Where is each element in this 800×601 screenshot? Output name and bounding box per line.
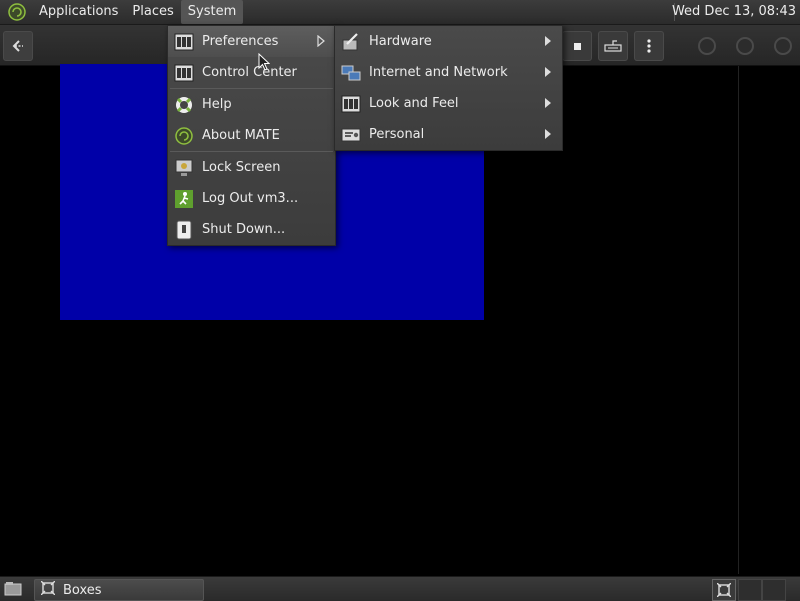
workspace-2[interactable] [738, 579, 762, 601]
menu-item-label: Lock Screen [202, 160, 281, 175]
preferences-icon [174, 32, 194, 52]
keyboard-button[interactable] [598, 31, 628, 61]
applications-menu[interactable]: Applications [32, 0, 125, 24]
menu-item-label: About MATE [202, 128, 280, 143]
back-arrow-icon [12, 40, 23, 52]
menu-item-label: Internet and Network [369, 65, 508, 80]
taskbar-boxes-button[interactable]: Boxes [34, 579, 204, 601]
personal-icon [341, 125, 361, 145]
system-dropdown-menu: Preferences Control Center Help About MA… [167, 25, 336, 246]
menu-item-label: Help [202, 97, 232, 112]
places-menu[interactable]: Places [125, 0, 180, 24]
submenu-item-hardware[interactable]: Hardware [335, 26, 562, 57]
submenu-arrow-icon [544, 35, 552, 51]
help-lifebuoy-icon [174, 95, 194, 115]
menu-item-shut-down[interactable]: Shut Down... [168, 214, 335, 245]
window-close-button[interactable] [774, 37, 792, 55]
vertical-dots-icon [647, 39, 651, 53]
bottom-panel: Boxes [0, 576, 800, 601]
mate-logo-icon [174, 126, 194, 146]
menu-item-lock-screen[interactable]: Lock Screen [168, 152, 335, 183]
window-minimize-button[interactable] [698, 37, 716, 55]
menu-item-label: Look and Feel [369, 96, 459, 111]
submenu-arrow-icon [544, 128, 552, 144]
workspace-3[interactable] [762, 579, 786, 601]
mate-logo-icon[interactable] [6, 1, 28, 23]
top-panel: Applications Places System Wed Dec 13, 0… [0, 0, 800, 25]
workspace-window-icon [717, 583, 731, 597]
control-center-icon [174, 63, 194, 83]
preferences-submenu: Hardware Internet and Network Look and F… [334, 25, 563, 151]
menu-item-label: Shut Down... [202, 222, 286, 237]
menu-item-about-mate[interactable]: About MATE [168, 120, 335, 151]
submenu-arrow-icon [317, 34, 325, 51]
network-icon [341, 63, 361, 83]
submenu-item-look-and-feel[interactable]: Look and Feel [335, 88, 562, 119]
clock[interactable]: Wed Dec 13, 08:43 [672, 0, 796, 24]
shut-down-icon [174, 220, 194, 240]
menu-button[interactable] [634, 31, 664, 61]
stop-button[interactable] [562, 31, 592, 61]
menu-item-log-out[interactable]: Log Out vm3... [168, 183, 335, 214]
menu-item-label: Control Center [202, 65, 297, 80]
lock-screen-icon [174, 158, 194, 178]
show-desktop-icon[interactable] [3, 580, 23, 598]
submenu-arrow-icon [544, 97, 552, 113]
look-and-feel-icon [341, 94, 361, 114]
menu-item-label: Preferences [202, 34, 279, 49]
submenu-item-personal[interactable]: Personal [335, 119, 562, 150]
keyboard-icon [604, 40, 622, 52]
hardware-icon [341, 32, 361, 52]
menu-item-label: Personal [369, 127, 425, 142]
window-maximize-button[interactable] [736, 37, 754, 55]
window-edge [738, 66, 739, 574]
menu-item-label: Hardware [369, 34, 432, 49]
log-out-icon [174, 189, 194, 209]
back-button[interactable] [3, 31, 33, 61]
taskbar-label: Boxes [63, 582, 102, 598]
menu-item-control-center[interactable]: Control Center [168, 57, 335, 88]
submenu-arrow-icon [544, 66, 552, 82]
menu-item-help[interactable]: Help [168, 89, 335, 120]
system-menu[interactable]: System [180, 0, 244, 24]
workspace-1[interactable] [712, 579, 736, 601]
menu-item-preferences[interactable]: Preferences [168, 26, 335, 57]
mouse-cursor-icon [258, 53, 270, 71]
stop-icon [573, 42, 581, 50]
boxes-app-icon [40, 580, 56, 599]
submenu-item-internet-and-network[interactable]: Internet and Network [335, 57, 562, 88]
menu-item-label: Log Out vm3... [202, 191, 299, 206]
